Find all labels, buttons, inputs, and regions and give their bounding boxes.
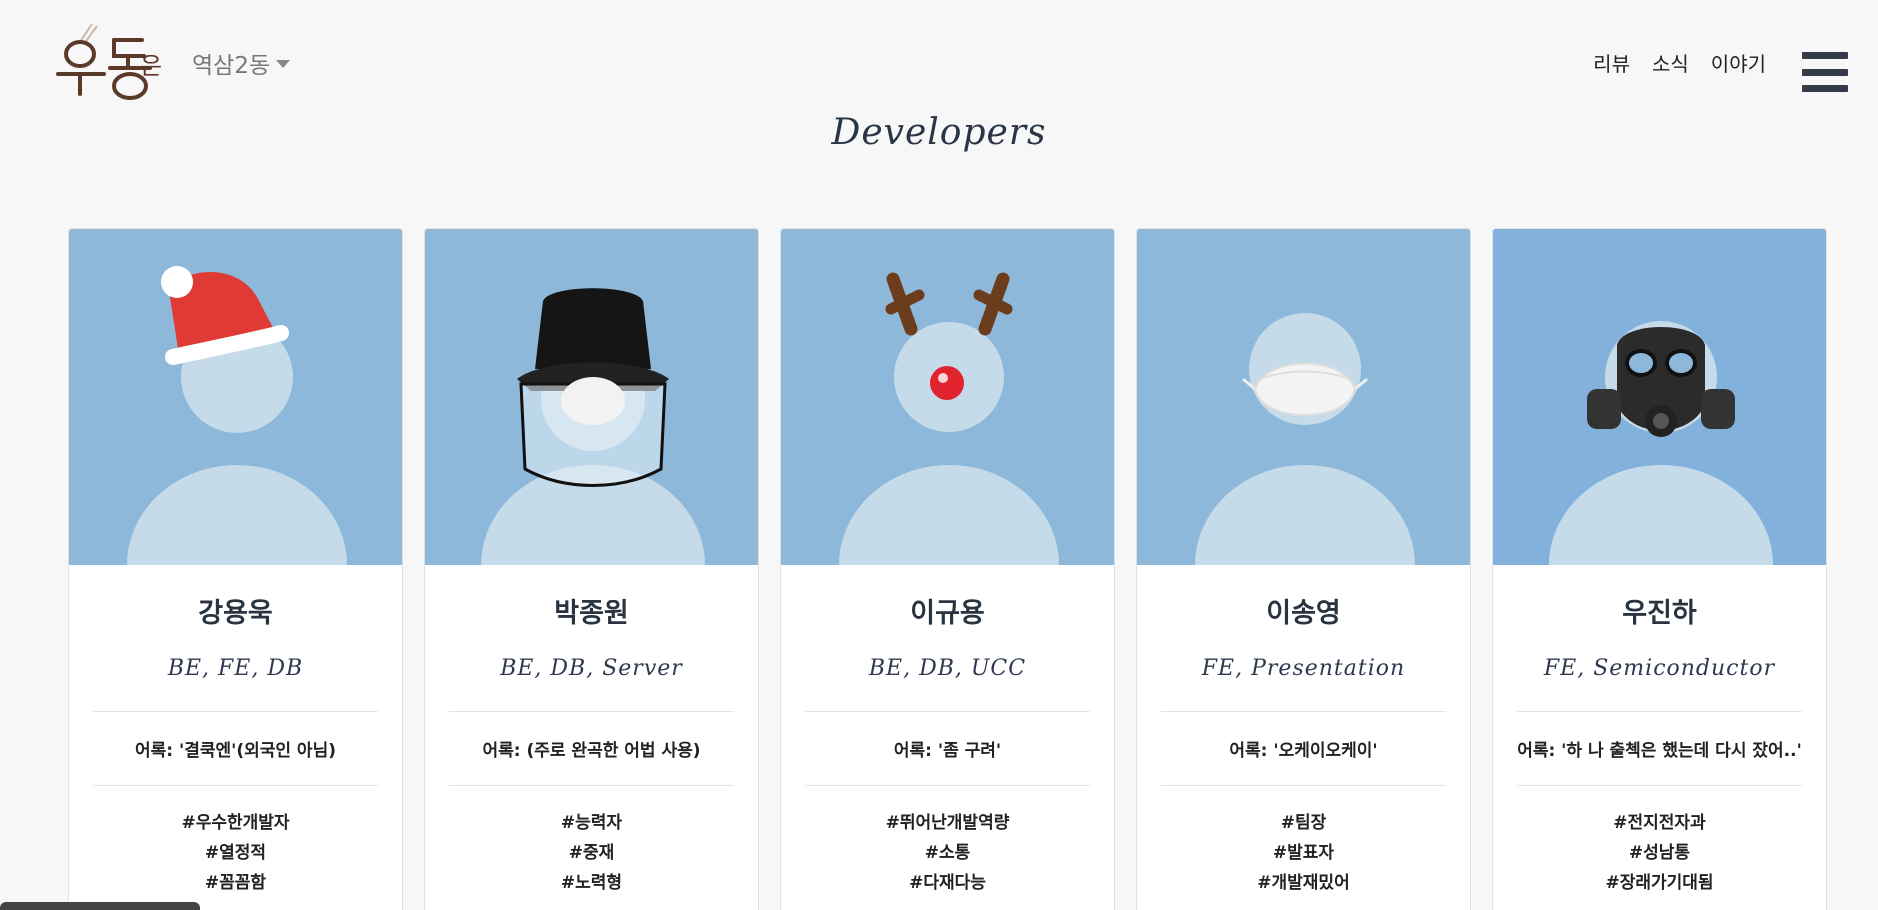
developer-roles: BE, DB, Server bbox=[500, 656, 683, 681]
menu-icon[interactable] bbox=[1802, 52, 1848, 92]
developer-roles: FE, Presentation bbox=[1201, 656, 1406, 681]
developer-card: 박종원 BE, DB, Server 어록: (주로 완곡한 어법 사용) #능… bbox=[424, 228, 759, 910]
location-label: 역삼2동 bbox=[192, 53, 271, 79]
nav-news[interactable]: 소식 bbox=[1652, 48, 1689, 77]
developer-card: 우진하 FE, Semiconductor 어록: '하 나 출첵은 했는데 다… bbox=[1492, 228, 1827, 910]
developer-tag: #소통 bbox=[924, 843, 971, 863]
developer-tag: #성남통 bbox=[1628, 843, 1691, 863]
developer-tag: #전지전자과 bbox=[1613, 813, 1706, 833]
avatar bbox=[69, 229, 402, 565]
developer-tag: #뛰어난개발역량 bbox=[885, 813, 1010, 833]
location-dropdown[interactable]: 역삼2동 bbox=[192, 46, 291, 80]
caret-down-icon bbox=[276, 60, 291, 68]
avatar bbox=[1137, 229, 1470, 565]
status-bar-tab bbox=[0, 902, 200, 910]
developer-roles: BE, FE, DB bbox=[167, 656, 304, 681]
developer-tag: #장래가기대됨 bbox=[1605, 873, 1714, 893]
developer-name: 이규용 bbox=[910, 598, 985, 629]
developer-roles: BE, DB, UCC bbox=[868, 656, 1027, 681]
developer-quote: 어록: '결쿡엔'(외국인 아님) bbox=[135, 741, 336, 761]
developer-name: 박종원 bbox=[554, 598, 629, 629]
developer-tag: #개발재밌어 bbox=[1257, 873, 1350, 893]
developer-tag: #우수한개발자 bbox=[181, 813, 290, 833]
developer-roles: FE, Semiconductor bbox=[1543, 656, 1776, 681]
developer-name: 우진하 bbox=[1622, 598, 1697, 629]
developer-tag: #다재다능 bbox=[909, 873, 986, 893]
developer-cards: 강용욱 BE, FE, DB 어록: '결쿡엔'(외국인 아님) #우수한개발자… bbox=[68, 228, 1827, 910]
developer-tag: #능력자 bbox=[560, 813, 623, 833]
developer-card: 강용욱 BE, FE, DB 어록: '결쿡엔'(외국인 아님) #우수한개발자… bbox=[68, 228, 403, 910]
developer-quote: 어록: (주로 완곡한 어법 사용) bbox=[482, 741, 701, 761]
developer-tag: #열정적 bbox=[204, 843, 267, 863]
page-title: Developers bbox=[831, 112, 1047, 153]
developer-name: 이송영 bbox=[1266, 598, 1341, 629]
developer-tag: #노력형 bbox=[560, 873, 623, 893]
avatar bbox=[781, 229, 1114, 565]
developer-quote: 어록: '오케이오케이' bbox=[1229, 741, 1378, 761]
developer-quote: 어록: '좀 구려' bbox=[893, 741, 1002, 761]
developer-card: 이송영 FE, Presentation 어록: '오케이오케이' #팀장 #발… bbox=[1136, 228, 1471, 910]
header: 은 역삼2동 리뷰 소식 이야기 bbox=[0, 0, 1878, 110]
developer-tag: #꼼꼼함 bbox=[204, 873, 267, 893]
nav-review[interactable]: 리뷰 bbox=[1593, 48, 1630, 77]
avatar bbox=[1493, 229, 1826, 565]
nav-story[interactable]: 이야기 bbox=[1711, 48, 1766, 77]
developer-card: 이규용 BE, DB, UCC 어록: '좀 구려' #뛰어난개발역량 #소통 … bbox=[780, 228, 1115, 910]
developer-tag: #중재 bbox=[568, 843, 615, 863]
avatar bbox=[425, 229, 758, 565]
developer-tag: #발표자 bbox=[1272, 843, 1335, 863]
developer-tag: #팀장 bbox=[1280, 813, 1327, 833]
developer-name: 강용욱 bbox=[198, 598, 273, 629]
top-nav: 리뷰 소식 이야기 bbox=[1593, 48, 1766, 77]
logo-suffix: 은 bbox=[140, 52, 163, 80]
developer-quote: 어록: '하 나 출첵은 했는데 다시 잤어..' bbox=[1517, 741, 1802, 761]
